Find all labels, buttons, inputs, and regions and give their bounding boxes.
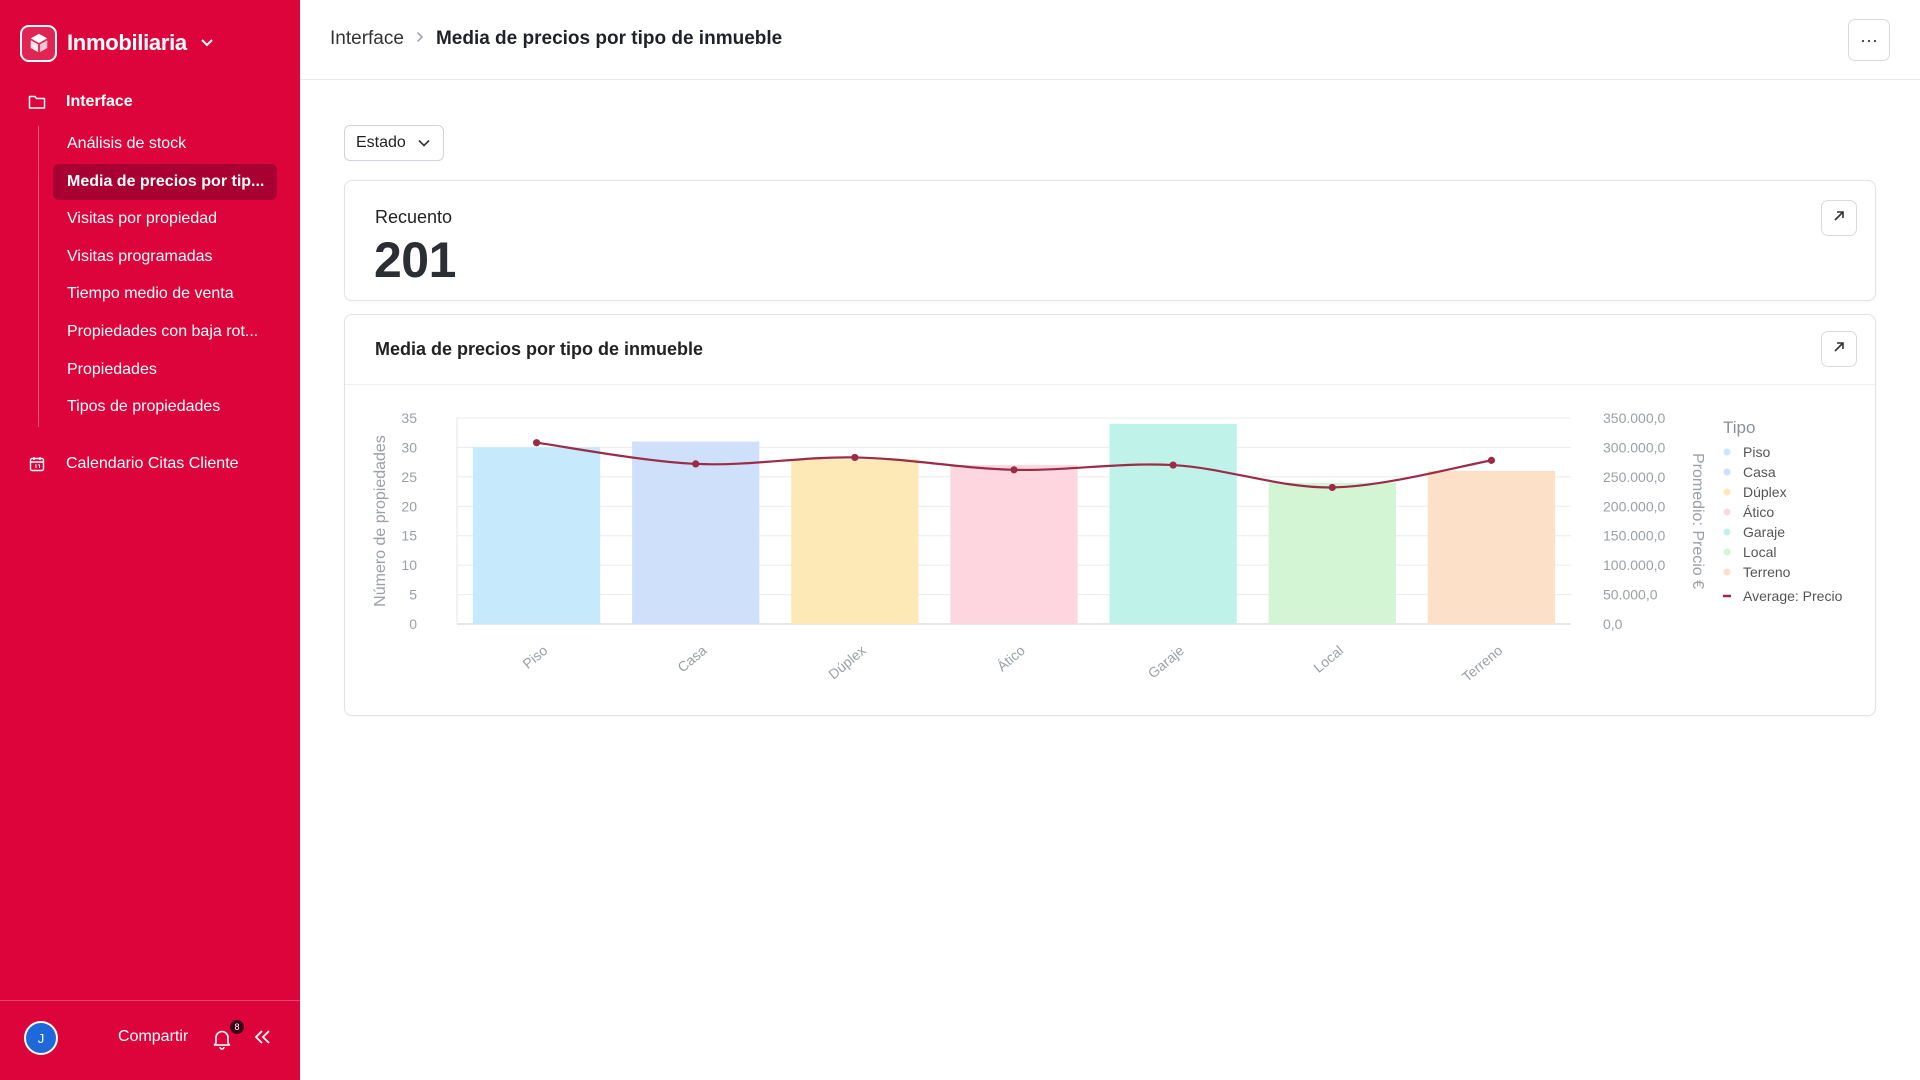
y-axis-title: Número de propiedades — [372, 435, 389, 607]
legend-item: Casa — [1743, 464, 1776, 480]
y-right-tick-label: 350.000,0 — [1603, 410, 1665, 426]
y-right-tick-label: 0,0 — [1603, 616, 1623, 632]
top-bar: Interface Media de precios por tipo de i… — [300, 0, 1920, 80]
line-point — [692, 460, 700, 468]
collapse-sidebar-icon[interactable] — [252, 1028, 274, 1050]
notification-badge: 8 — [230, 1020, 244, 1034]
sidebar-item-baja-rotacion[interactable]: Propiedades con baja rot... — [53, 314, 277, 350]
y-right-tick-label: 50.000,0 — [1603, 587, 1658, 603]
avatar[interactable]: J — [24, 1021, 58, 1055]
legend-swatch — [1723, 488, 1731, 496]
expand-kpi-button[interactable] — [1821, 200, 1857, 236]
more-options-button[interactable]: ··· — [1848, 19, 1890, 61]
line-point — [1487, 456, 1496, 464]
legend-swatch — [1723, 568, 1731, 576]
sidebar-nav-list: Análisis de stock Media de precios por t… — [38, 126, 278, 427]
bar-piso — [472, 447, 601, 624]
x-tick-label: Local — [1310, 642, 1346, 676]
legend-item: Piso — [1743, 444, 1770, 460]
y-tick-label: 15 — [401, 528, 417, 544]
legend-item: Terreno — [1743, 564, 1791, 580]
x-tick-label: Casa — [674, 642, 709, 675]
y-right-tick-label: 250.000,0 — [1603, 469, 1665, 485]
app-name: Inmobiliaria — [67, 30, 187, 55]
line-point — [1169, 461, 1177, 469]
filter-label: Estado — [356, 134, 406, 151]
y-right-tick-label: 200.000,0 — [1603, 498, 1665, 514]
legend-item: Average: Precio — [1743, 588, 1843, 604]
line-point — [851, 453, 859, 462]
sidebar-item-visitas-propiedad[interactable]: Visitas por propiedad — [53, 201, 277, 237]
bar-line-chart: 0 5 10 15 20 25 30 35 0,0 50.000,0 100.000,0 150.00… — [372, 410, 1843, 685]
breadcrumb: Interface Media de precios por tipo de i… — [330, 28, 782, 50]
sidebar-footer: J Compartir 8 — [0, 1000, 300, 1080]
y-tick-label: 5 — [409, 587, 417, 603]
folder-icon — [28, 93, 46, 111]
x-tick-label: Ático — [994, 642, 1028, 674]
kpi-label: Recuento — [375, 207, 453, 227]
chevron-down-icon — [199, 35, 215, 51]
chevron-right-icon — [416, 30, 424, 48]
y-right-tick-label: 300.000,0 — [1603, 439, 1665, 455]
app-logo-icon — [20, 24, 57, 62]
legend-swatch — [1723, 468, 1731, 476]
share-button[interactable]: Compartir — [118, 1028, 188, 1046]
sidebar-item-analisis-stock[interactable]: Análisis de stock — [53, 126, 277, 162]
legend-swatch — [1723, 448, 1731, 456]
legend-swatch — [1723, 528, 1731, 536]
bar-garaje — [1109, 423, 1237, 624]
legend-item: Garaje — [1743, 524, 1785, 540]
bar-casa — [632, 441, 760, 624]
line-point — [1010, 466, 1018, 474]
breadcrumb-root[interactable]: Interface — [330, 28, 404, 50]
x-tick-label: Dúplex — [825, 642, 869, 682]
legend-swatch — [1723, 508, 1731, 516]
y-tick-label: 25 — [401, 469, 417, 485]
y-tick-label: 0 — [409, 616, 417, 632]
sidebar-section-interface[interactable]: Interface — [28, 93, 133, 111]
sidebar-item-calendario[interactable]: Calendario Citas Cliente — [28, 455, 239, 473]
sidebar-item-tiempo-medio-venta[interactable]: Tiempo medio de venta — [53, 276, 277, 312]
x-tick-label: Terreno — [1459, 642, 1506, 685]
bar-ático — [950, 465, 1078, 624]
sidebar-item-propiedades[interactable]: Propiedades — [53, 352, 277, 388]
y-tick-label: 30 — [401, 439, 417, 455]
x-tick-label: Piso — [519, 642, 550, 672]
chart-card: Media de precios por tipo de inmueble 05… — [344, 314, 1876, 716]
y-right-tick-label: 150.000,0 — [1603, 528, 1665, 544]
bar-local — [1268, 482, 1396, 624]
y-tick-label: 10 — [401, 557, 417, 573]
y-right-tick-label: 100.000,0 — [1603, 557, 1665, 573]
y-tick-label: 35 — [401, 410, 417, 426]
kpi-value: 201 — [374, 232, 456, 288]
y-tick-label: 20 — [401, 498, 417, 514]
sidebar-item-media-precios[interactable]: Media de precios por tip... — [53, 163, 277, 200]
x-tick-label: Garaje — [1145, 642, 1188, 681]
y-right-axis-title: Promedio: Precio € — [1689, 453, 1706, 589]
arrow-up-right-icon — [1832, 209, 1846, 228]
app-switcher[interactable]: Inmobiliaria — [20, 24, 215, 62]
sidebar-item-tipos-propiedades[interactable]: Tipos de propiedades — [53, 389, 277, 425]
line-point — [1328, 483, 1336, 492]
legend-swatch — [1723, 548, 1731, 556]
sidebar-section-label: Interface — [66, 93, 133, 110]
legend-item: Ático — [1743, 504, 1774, 520]
sidebar-item-label: Calendario Citas Cliente — [66, 455, 239, 472]
kpi-card: Recuento 201 — [344, 180, 1876, 301]
chevron-down-icon — [418, 134, 430, 152]
line-point — [532, 439, 541, 447]
legend-item: Dúplex — [1743, 484, 1787, 500]
legend-title: Tipo — [1723, 418, 1755, 437]
main-content: Interface Media de precios por tipo de i… — [300, 0, 1920, 1080]
bar-dúplex — [791, 459, 919, 624]
legend-item: Local — [1743, 544, 1776, 560]
bar-terreno — [1427, 470, 1556, 624]
calendar-icon — [28, 455, 46, 473]
sidebar-item-visitas-programadas[interactable]: Visitas programadas — [53, 239, 277, 275]
page-title: Media de precios por tipo de inmueble — [435, 28, 783, 49]
estado-filter-dropdown[interactable]: Estado — [344, 125, 444, 161]
sidebar: Inmobiliaria Interface Análisis de stock… — [0, 0, 300, 1080]
